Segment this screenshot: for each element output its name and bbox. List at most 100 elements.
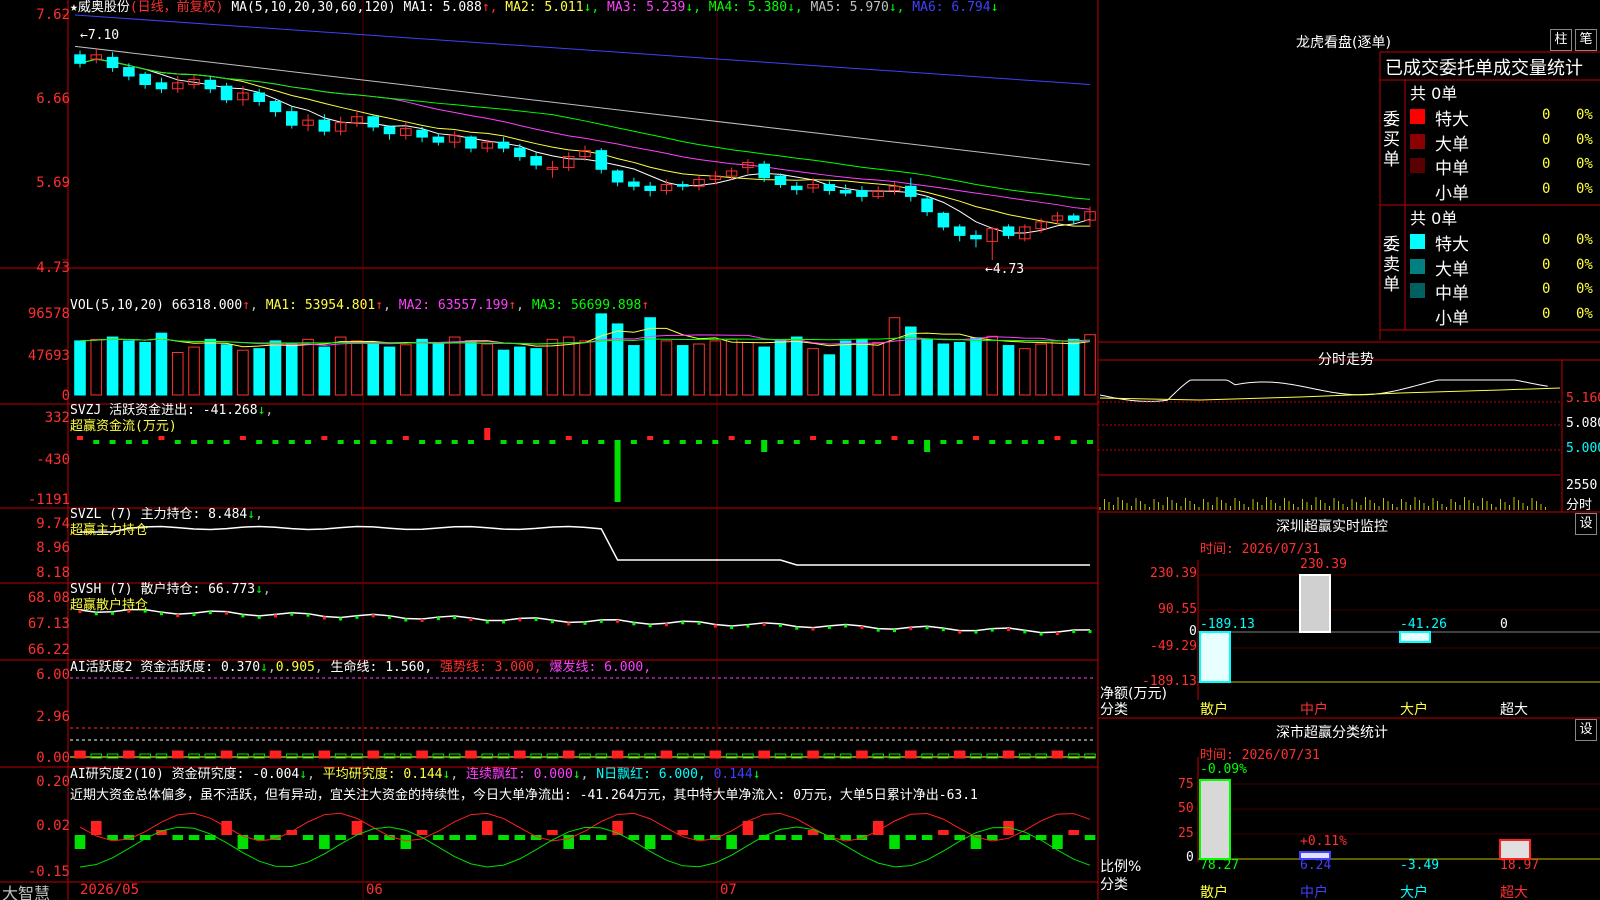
candle-body [774, 175, 787, 186]
svzj-bar [777, 440, 784, 444]
svsh-dot [355, 615, 359, 619]
monitor-tick-0: 230.39 [1150, 566, 1197, 581]
svzj-sub: 超赢资金流(万元) [70, 419, 177, 434]
ai1-bar [514, 750, 526, 759]
ai2-bar [791, 835, 803, 840]
svsh-tick-1: 67.13 [27, 616, 70, 632]
monitor-val-2: -41.26 [1400, 617, 1447, 632]
order-count: 0 [1542, 256, 1551, 273]
sell-label: 委卖单 [1383, 235, 1400, 295]
svzj-bar [1087, 440, 1093, 444]
legend-swatch-大单 [1410, 258, 1425, 274]
bar-mode-button[interactable]: 柱 [1550, 29, 1572, 51]
candle-body [139, 73, 151, 86]
svzj-bar [810, 436, 817, 440]
svsh-dot [893, 629, 897, 633]
date-label-1: 06 [366, 882, 383, 898]
monitor-settings-button[interactable]: 设 [1575, 513, 1597, 535]
ai2-bar [595, 835, 607, 840]
ma-label: MA(5,10,20,30,60,120) [231, 0, 396, 15]
legend-swatch-小单 [1410, 182, 1425, 198]
order-count: 0 [1542, 156, 1551, 172]
monitor-unit2: 分类 [1100, 702, 1128, 718]
volume-bar [253, 348, 265, 396]
volume-bar [839, 340, 852, 396]
svzj-bar [663, 440, 670, 444]
svzj-bar [891, 436, 898, 440]
candle-body [823, 184, 836, 191]
svsh-dot [1023, 630, 1027, 634]
order-type-label: 小单 [1435, 308, 1469, 329]
svzj-bar [940, 440, 947, 444]
vol-ma3: MA3: 56699.898 [531, 298, 642, 313]
volume-bar [562, 336, 575, 396]
ai2-bar [775, 835, 786, 840]
candle-body [253, 92, 265, 102]
svzl-tick-2: 8.18 [36, 565, 70, 581]
svzl-sub: 超赢主力持仓 [70, 523, 149, 538]
svzl-tick-1: 8.96 [36, 540, 70, 556]
ai2-bar [400, 835, 412, 849]
sell-total: 共 0单 [1410, 209, 1458, 228]
volume-bar [220, 344, 233, 396]
vol-tick-1: 47693 [27, 348, 70, 364]
tick-mode-button[interactable]: 笔 [1575, 29, 1597, 51]
monitor-tick-1: 90.55 [1158, 602, 1198, 617]
svzj-bar [142, 440, 149, 444]
svzj-bar [191, 440, 198, 444]
stat-tick-3: 0 [1186, 850, 1194, 865]
svsh-dot [388, 615, 392, 619]
brand-label[interactable]: 大智慧 [2, 880, 50, 900]
svzj-bar [924, 440, 931, 452]
legend-swatch-特大 [1410, 109, 1425, 124]
volume-bar [725, 338, 738, 396]
svsh-dot [974, 630, 978, 634]
ma-value-2: MA2: 5.011 [497, 0, 584, 15]
volume-bar [953, 341, 966, 396]
svsh-dot [811, 627, 815, 631]
svzj-bar [582, 440, 588, 444]
vol-tick-2: 0 [61, 388, 70, 404]
svzj-bar [1070, 440, 1077, 444]
ai1-bar [74, 750, 86, 759]
volume-bar [351, 340, 363, 396]
ma-value-3: MA3: 5.239 [599, 0, 686, 15]
svsh-dot [844, 624, 848, 628]
volume-bar [155, 332, 168, 396]
ai2-bar [579, 835, 591, 840]
ma-values: MA1: 5.088↑, MA2: 5.011↓, MA3: 5.239↓, M… [403, 0, 999, 15]
candle-body [1002, 226, 1015, 236]
buy-label: 委买单 [1383, 110, 1400, 170]
svzj-tick-1: -430 [36, 452, 70, 468]
candle-body [432, 136, 445, 143]
stock-name[interactable]: 威奥股份 [78, 0, 130, 15]
order-type-label: 大单 [1435, 259, 1469, 280]
stat-settings-button[interactable]: 设 [1575, 719, 1597, 741]
svsh-dot [860, 625, 864, 629]
ai2-bar [1019, 835, 1031, 840]
ai1-tick-1: 2.96 [36, 709, 70, 725]
candle-body [465, 136, 477, 149]
svsh-dot [420, 619, 424, 623]
main-chart-canvas[interactable] [0, 0, 1600, 900]
ai2-bar [1035, 835, 1047, 840]
candle-body [285, 111, 298, 126]
svsh-title: SVSH (7) 散户持仓: 66.773 [70, 582, 256, 597]
svsh-dot [990, 628, 994, 632]
ai2-bar [221, 821, 232, 835]
legend-swatch-中单 [1410, 283, 1425, 298]
svsh-dot [485, 620, 489, 624]
svsh-dot [290, 612, 294, 616]
vol-ma2: MA2: 63557.199 [398, 298, 509, 313]
ai2-header: AI研究度2(10) 资金研究度: -0.004↓, 平均研究度: 0.144↓… [70, 767, 761, 782]
svsh-dot [567, 622, 571, 626]
svsh-dot [616, 619, 620, 623]
svsh-dot [550, 620, 554, 624]
ai2-bar [319, 835, 330, 849]
ai2-bar [74, 835, 86, 849]
order-count: 0 [1542, 232, 1551, 248]
svzj-bar [500, 440, 507, 444]
svsh-dot [339, 617, 343, 621]
svzj-bar [125, 440, 132, 444]
period-label[interactable]: (日线，前复权) [130, 0, 224, 15]
